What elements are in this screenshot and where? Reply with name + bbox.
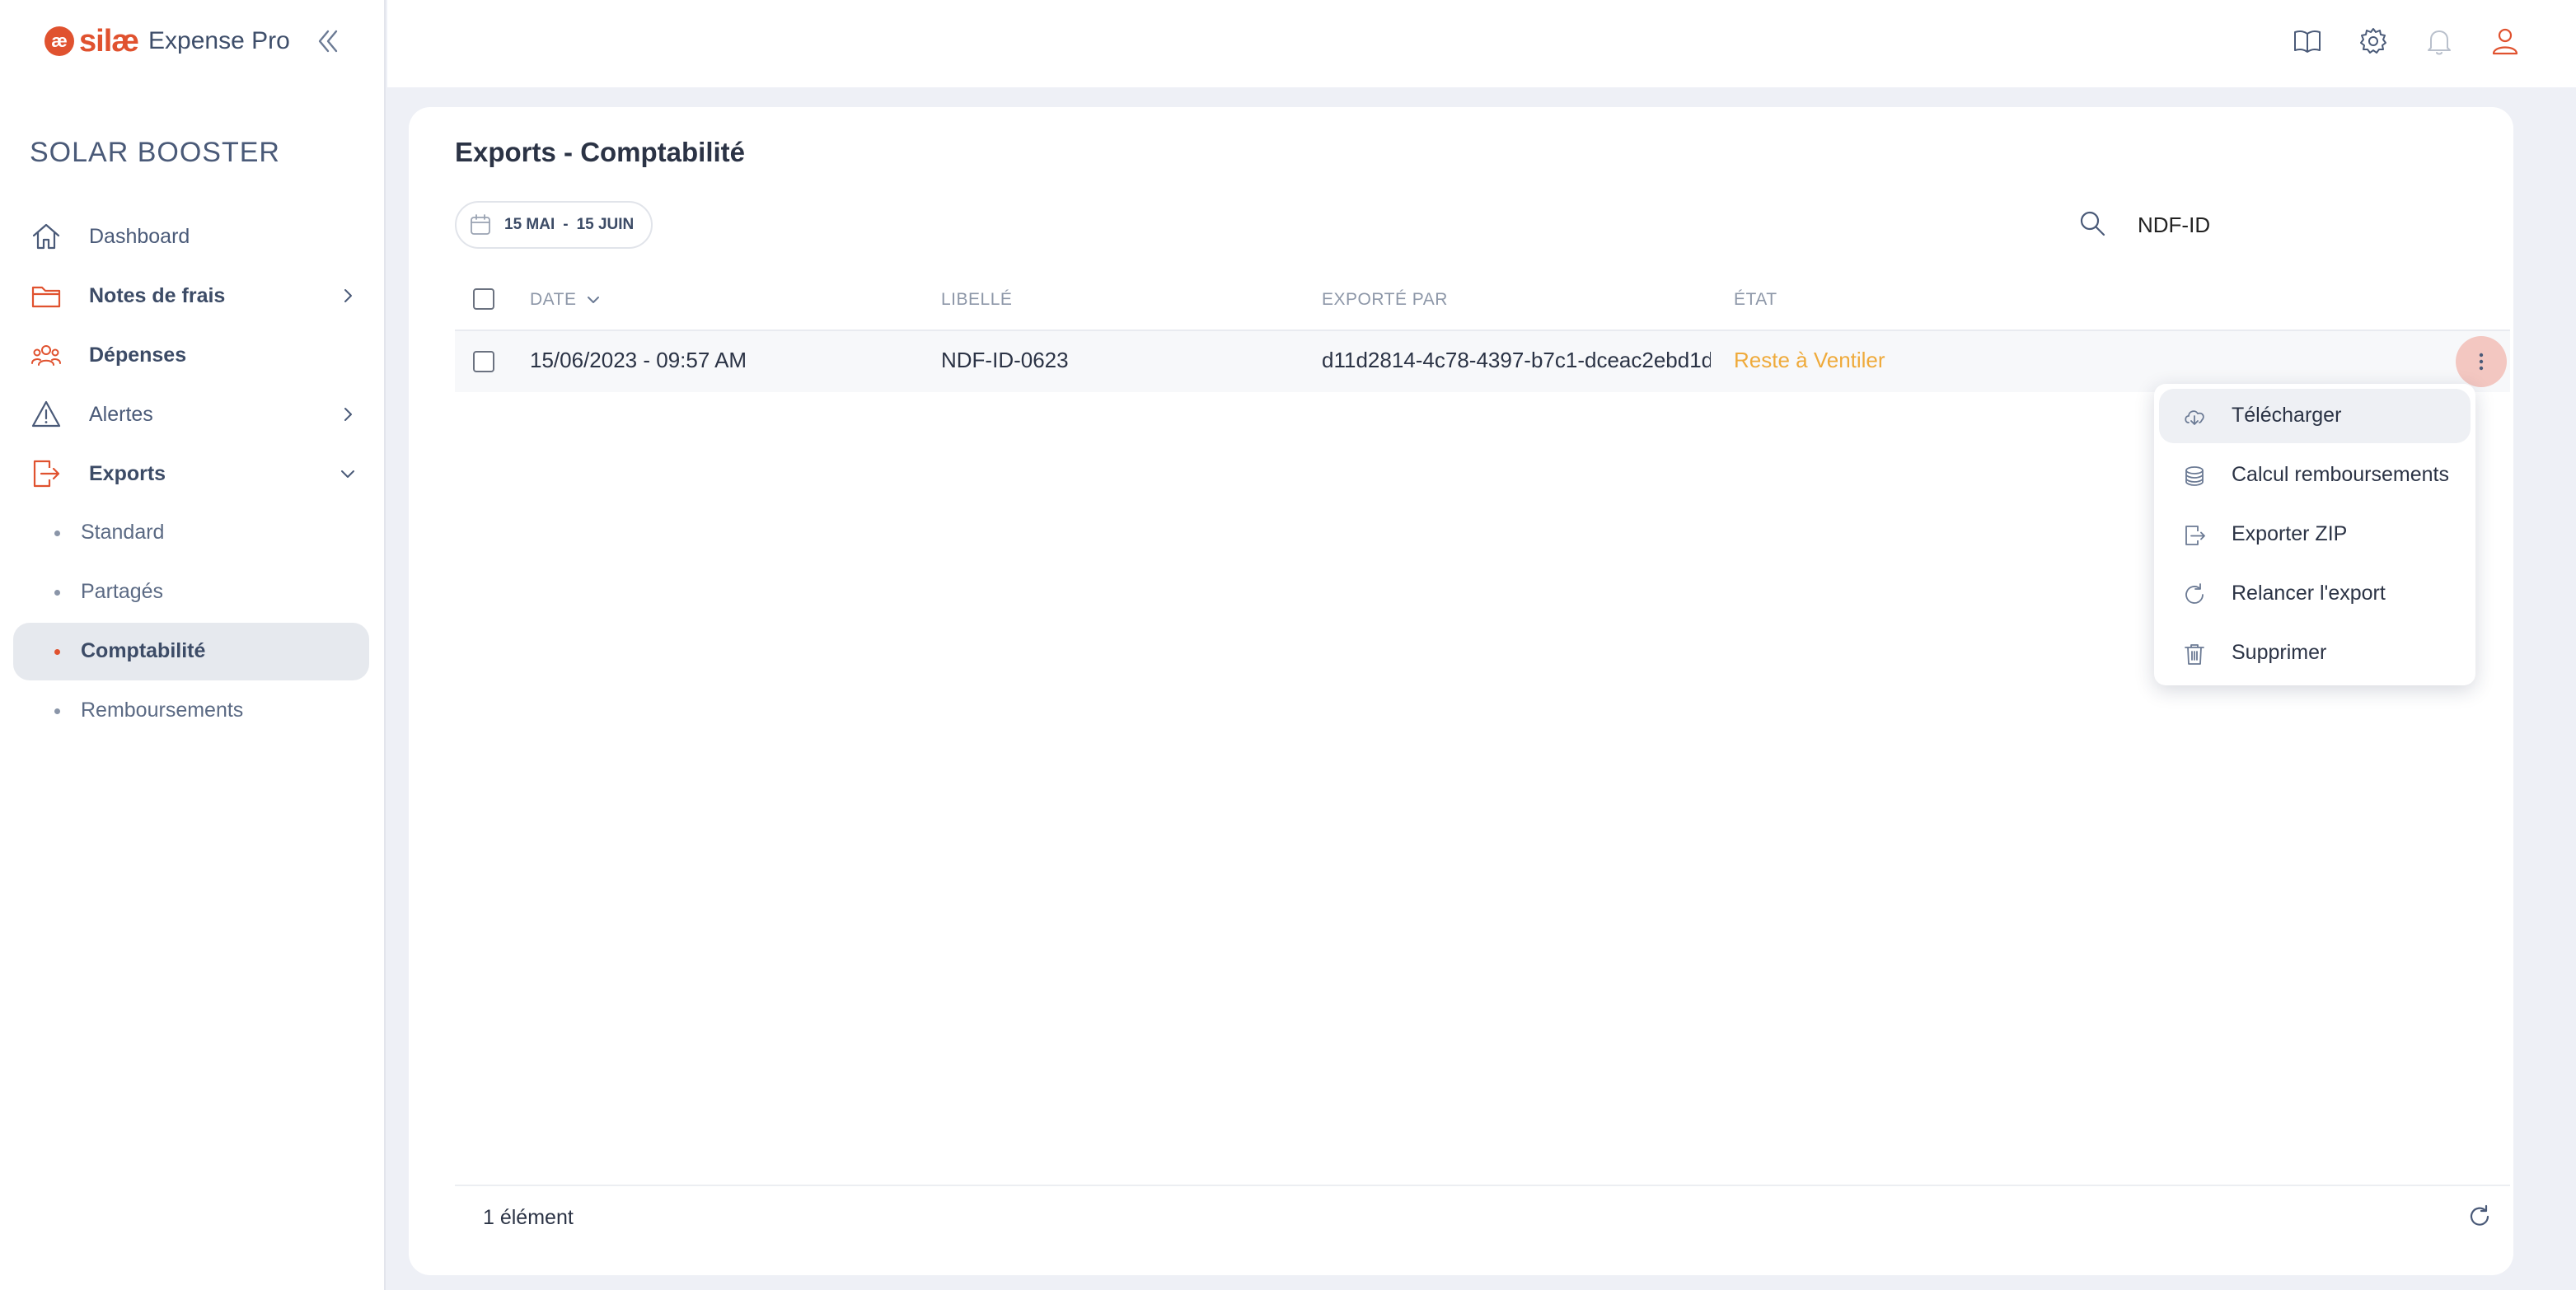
warning-icon [31,400,61,428]
sidebar-item-notes-de-frais[interactable]: Notes de frais [13,269,369,322]
menu-item-label: Supprimer [2232,641,2327,664]
menu-item-calcul-remboursements[interactable]: Calcul remboursements [2159,448,2471,502]
brand-mark: æ [44,26,74,56]
sidebar-subitem-label: Standard [81,521,165,544]
home-icon [32,223,60,250]
coins-icon [2185,466,2204,486]
sidebar-item-label: Dépenses [89,343,187,367]
refresh-icon[interactable] [2466,1203,2494,1231]
row-actions-button[interactable] [2456,336,2507,387]
menu-item-telecharger[interactable]: Télécharger [2159,389,2471,443]
sidebar-subitem-comptabilite[interactable]: Comptabilité [13,623,369,680]
retry-icon [2185,583,2204,604]
menu-item-supprimer[interactable]: Supprimer [2159,626,2471,680]
bullet-dot [54,530,60,536]
sidebar-subitem-label: Remboursements [81,699,244,722]
search-input[interactable]: NDF-ID [2138,213,2210,238]
sidebar-subitem-label: Comptabilité [81,639,206,662]
main-content-card: Exports - Comptabilité 15 MAI - 15 JUIN … [409,107,2513,1275]
brand-product: Expense Pro [148,27,290,54]
users-icon [31,345,61,366]
trash-icon [2185,644,2204,665]
user-icon[interactable] [2489,25,2522,58]
date-range-filter[interactable]: 15 MAI - 15 JUIN [455,201,653,249]
chevron-right-icon [344,289,352,302]
column-header-date[interactable]: DATE [530,290,602,310]
sidebar-subitem-standard[interactable]: Standard [13,504,369,562]
cell-date: 15/06/2023 - 09:57 AM [530,348,747,372]
double-chevron-left-icon [318,30,338,53]
sidebar: æ silæ Expense Pro SOLAR BOOSTER Dashboa… [0,0,386,1290]
collapse-sidebar-button[interactable] [311,25,344,58]
sidebar-item-label: Notes de frais [89,283,226,307]
organization-name: SOLAR BOOSTER [30,137,280,168]
brand-logo[interactable]: æ silæ Expense Pro [44,23,290,59]
sidebar-item-label: Alertes [89,402,153,426]
sidebar-item-exports[interactable]: Exports [13,447,369,500]
file-export-icon [2185,526,2205,545]
bullet-dot [54,649,60,655]
bell-icon[interactable] [2423,25,2456,58]
cloud-download-icon [2185,410,2204,425]
menu-item-label: Télécharger [2232,404,2342,427]
folder-icon [31,286,61,308]
column-header-libelle[interactable]: LIBELLÉ [941,290,1012,310]
calendar-icon [471,214,490,235]
sidebar-item-depenses[interactable]: Dépenses [13,329,369,381]
sort-desc-icon [588,297,600,303]
menu-item-exporter-zip[interactable]: Exporter ZIP [2159,507,2471,562]
search-icon[interactable] [2077,208,2108,239]
column-header-exporte-par[interactable]: EXPORTÉ PAR [1322,290,1448,310]
cell-etat-status: Reste à Ventiler [1734,348,1885,372]
gear-icon[interactable] [2357,25,2390,58]
chevron-down-icon [341,470,354,478]
select-all-checkbox[interactable] [473,288,494,310]
date-range-end: 15 JUIN [576,216,635,233]
sidebar-subitem-label: Partagés [81,580,164,603]
sidebar-item-alertes[interactable]: Alertes [13,388,369,441]
page-title: Exports - Comptabilité [455,137,746,167]
bullet-dot [54,590,60,596]
menu-item-label: Exporter ZIP [2232,522,2348,545]
top-bar [387,0,2576,87]
brand-name: silæ [79,23,139,58]
export-icon [33,460,60,488]
book-icon[interactable] [2291,25,2324,58]
cell-libelle: NDF-ID-0623 [941,348,1069,372]
sidebar-item-label: Exports [89,461,166,485]
sidebar-subitem-remboursements[interactable]: Remboursements [13,682,369,740]
row-actions-menu: Télécharger Calcul remboursements Export… [2154,384,2475,685]
column-header-etat[interactable]: ÉTAT [1734,290,1777,310]
table-footer-divider [455,1185,2510,1186]
more-vertical-icon [2479,353,2484,371]
sidebar-subitem-partages[interactable]: Partagés [13,563,369,621]
column-header-label: DATE [530,290,577,309]
sidebar-item-label: Dashboard [89,224,190,248]
menu-item-relancer-export[interactable]: Relancer l'export [2159,567,2471,621]
date-range-start: 15 MAI [504,216,555,233]
menu-item-label: Calcul remboursements [2232,463,2449,486]
chevron-right-icon [344,408,352,421]
menu-item-label: Relancer l'export [2232,582,2386,605]
bullet-dot [54,708,60,714]
result-count: 1 élément [483,1206,574,1229]
row-checkbox[interactable] [473,351,494,372]
cell-exporte-par: d11d2814-4c78-4397-b7c1-dceac2ebd1d [1322,348,1711,372]
sidebar-item-dashboard[interactable]: Dashboard [13,210,369,263]
date-range-separator: - [563,216,569,233]
